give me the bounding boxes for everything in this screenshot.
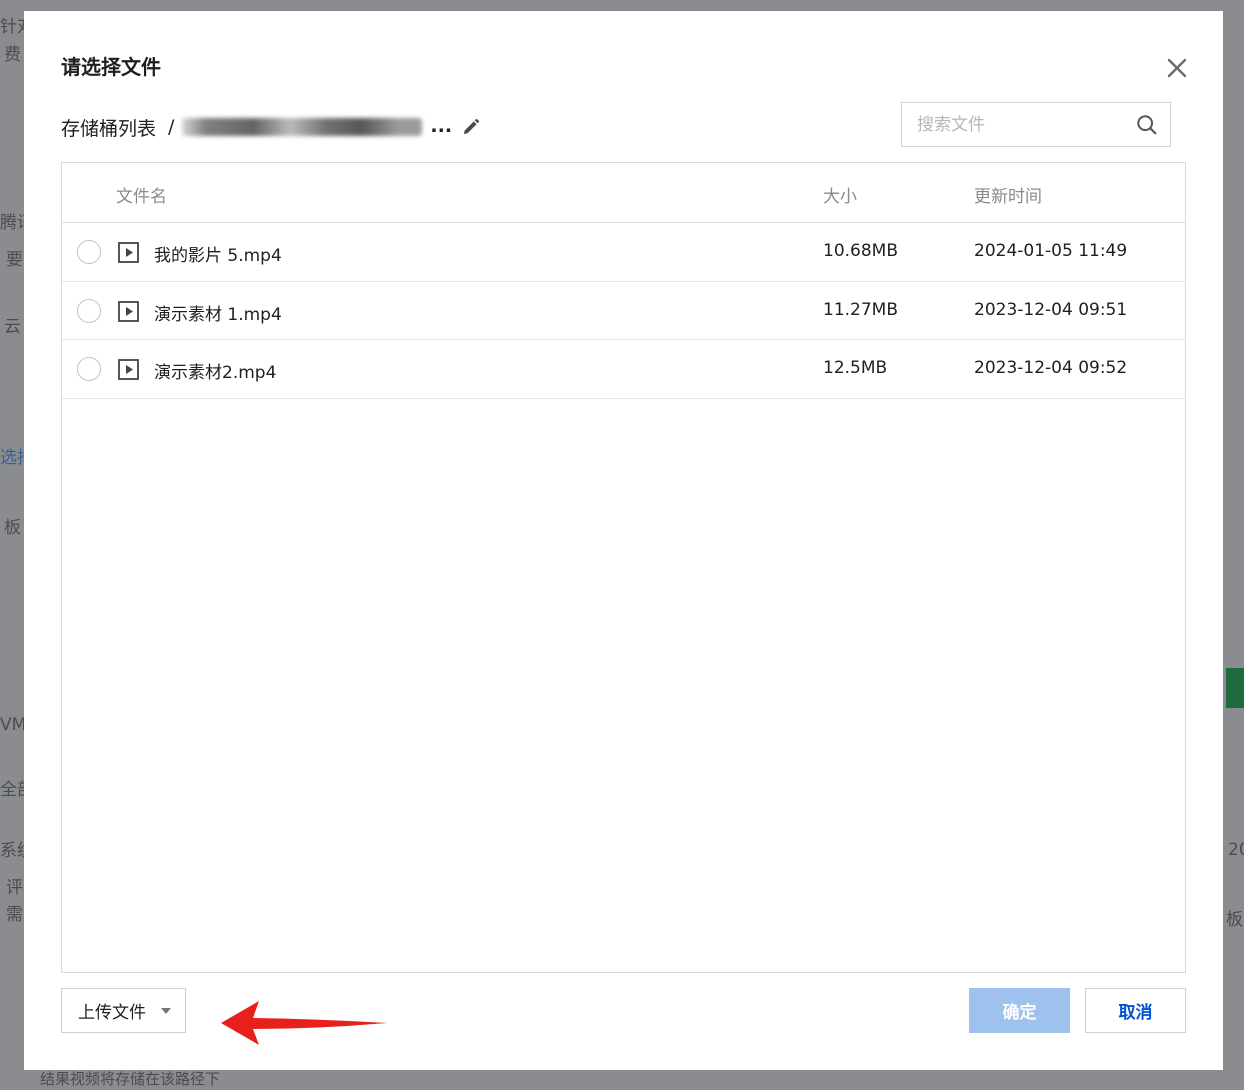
cancel-button[interactable]: 取消 xyxy=(1085,988,1186,1033)
background-green-block xyxy=(1226,668,1244,708)
breadcrumb: 存储桶列表 / ... xyxy=(61,113,480,141)
video-file-icon xyxy=(118,242,139,263)
background-text: 费 xyxy=(4,45,21,65)
background-text: 要 xyxy=(6,250,23,270)
column-header-updated: 更新时间 xyxy=(974,187,1042,207)
search-input[interactable] xyxy=(902,103,1136,146)
pencil-icon[interactable] xyxy=(462,118,480,136)
confirm-button[interactable]: 确定 xyxy=(969,988,1070,1033)
dialog-title: 请选择文件 xyxy=(61,55,161,79)
close-icon[interactable] xyxy=(1164,55,1190,81)
row-radio[interactable] xyxy=(77,240,101,264)
background-text: 板 xyxy=(4,518,21,538)
file-size: 12.5MB xyxy=(823,358,888,378)
breadcrumb-separator: / xyxy=(168,116,175,138)
upload-file-label: 上传文件 xyxy=(78,1003,146,1023)
table-row[interactable]: 演示素材2.mp4 12.5MB 2023-12-04 09:52 xyxy=(62,340,1185,399)
table-header: 文件名 大小 更新时间 xyxy=(62,163,1185,223)
file-updated-time: 2023-12-04 09:52 xyxy=(974,358,1128,378)
file-picker-dialog: 请选择文件 存储桶列表 / ... 文件名 大小 更新时间 xyxy=(24,11,1223,1070)
redacted-bucket-name xyxy=(182,118,423,136)
file-table: 文件名 大小 更新时间 我的影片 5.mp4 10.68MB 2024-01-0… xyxy=(61,162,1186,973)
background-text: 云 xyxy=(4,317,21,337)
file-size: 11.27MB xyxy=(823,299,898,320)
background-text: 需 xyxy=(6,905,23,925)
video-file-icon xyxy=(118,359,139,380)
breadcrumb-root-link[interactable]: 存储桶列表 xyxy=(61,114,156,141)
column-header-size: 大小 xyxy=(823,187,857,207)
search-icon[interactable] xyxy=(1136,113,1158,137)
row-radio[interactable] xyxy=(77,357,101,381)
caret-down-icon xyxy=(161,1007,171,1014)
background-text: 结果视频将存储在该路径下 xyxy=(40,1070,221,1088)
row-radio[interactable] xyxy=(77,298,101,323)
upload-file-dropdown-button[interactable]: 上传文件 xyxy=(61,988,186,1033)
table-row[interactable]: 演示素材 1.mp4 11.27MB 2023-12-04 09:51 xyxy=(62,282,1185,340)
breadcrumb-bucket-name: ... xyxy=(182,115,452,139)
search-box xyxy=(901,102,1171,147)
file-name: 演示素材 1.mp4 xyxy=(154,304,282,325)
background-text: 20 xyxy=(1228,840,1244,860)
file-name: 演示素材2.mp4 xyxy=(154,363,277,383)
background-text: 板 xyxy=(1226,910,1243,930)
annotation-arrow-icon xyxy=(221,1001,387,1045)
background-text: VM xyxy=(0,715,27,735)
file-size: 10.68MB xyxy=(823,241,898,261)
file-updated-time: 2023-12-04 09:51 xyxy=(974,299,1128,320)
file-updated-time: 2024-01-05 11:49 xyxy=(974,241,1128,261)
column-header-name: 文件名 xyxy=(116,187,167,207)
breadcrumb-ellipsis: ... xyxy=(430,115,453,137)
background-text: 评 xyxy=(6,878,23,898)
table-row[interactable]: 我的影片 5.mp4 10.68MB 2024-01-05 11:49 xyxy=(62,223,1185,282)
file-name: 我的影片 5.mp4 xyxy=(154,246,282,266)
video-file-icon xyxy=(118,300,139,322)
